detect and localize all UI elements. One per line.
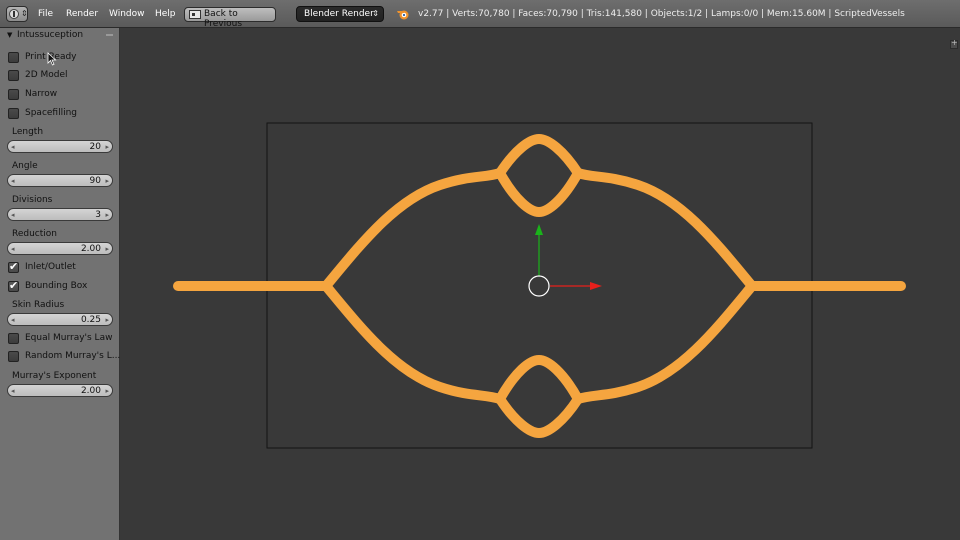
x-axis-arrow-icon[interactable] [590,282,602,290]
viewport-scene[interactable] [0,0,960,540]
vessel-upper-loop [495,134,583,217]
vessel-lower-left [321,281,505,404]
properties-region-toggle-icon[interactable] [950,38,958,49]
mouse-cursor-icon [47,52,57,66]
vessel-upper-right [573,168,757,291]
manipulator-center-ring[interactable] [528,275,550,297]
bounding-box [266,122,813,449]
vessel-upper-left [321,168,505,291]
y-axis-arrow-icon[interactable] [535,224,543,235]
transform-manipulator[interactable] [528,224,602,297]
vessel-lower-right [573,281,757,404]
vessel-lower-loop [495,355,583,438]
vessel-network[interactable] [173,134,906,438]
